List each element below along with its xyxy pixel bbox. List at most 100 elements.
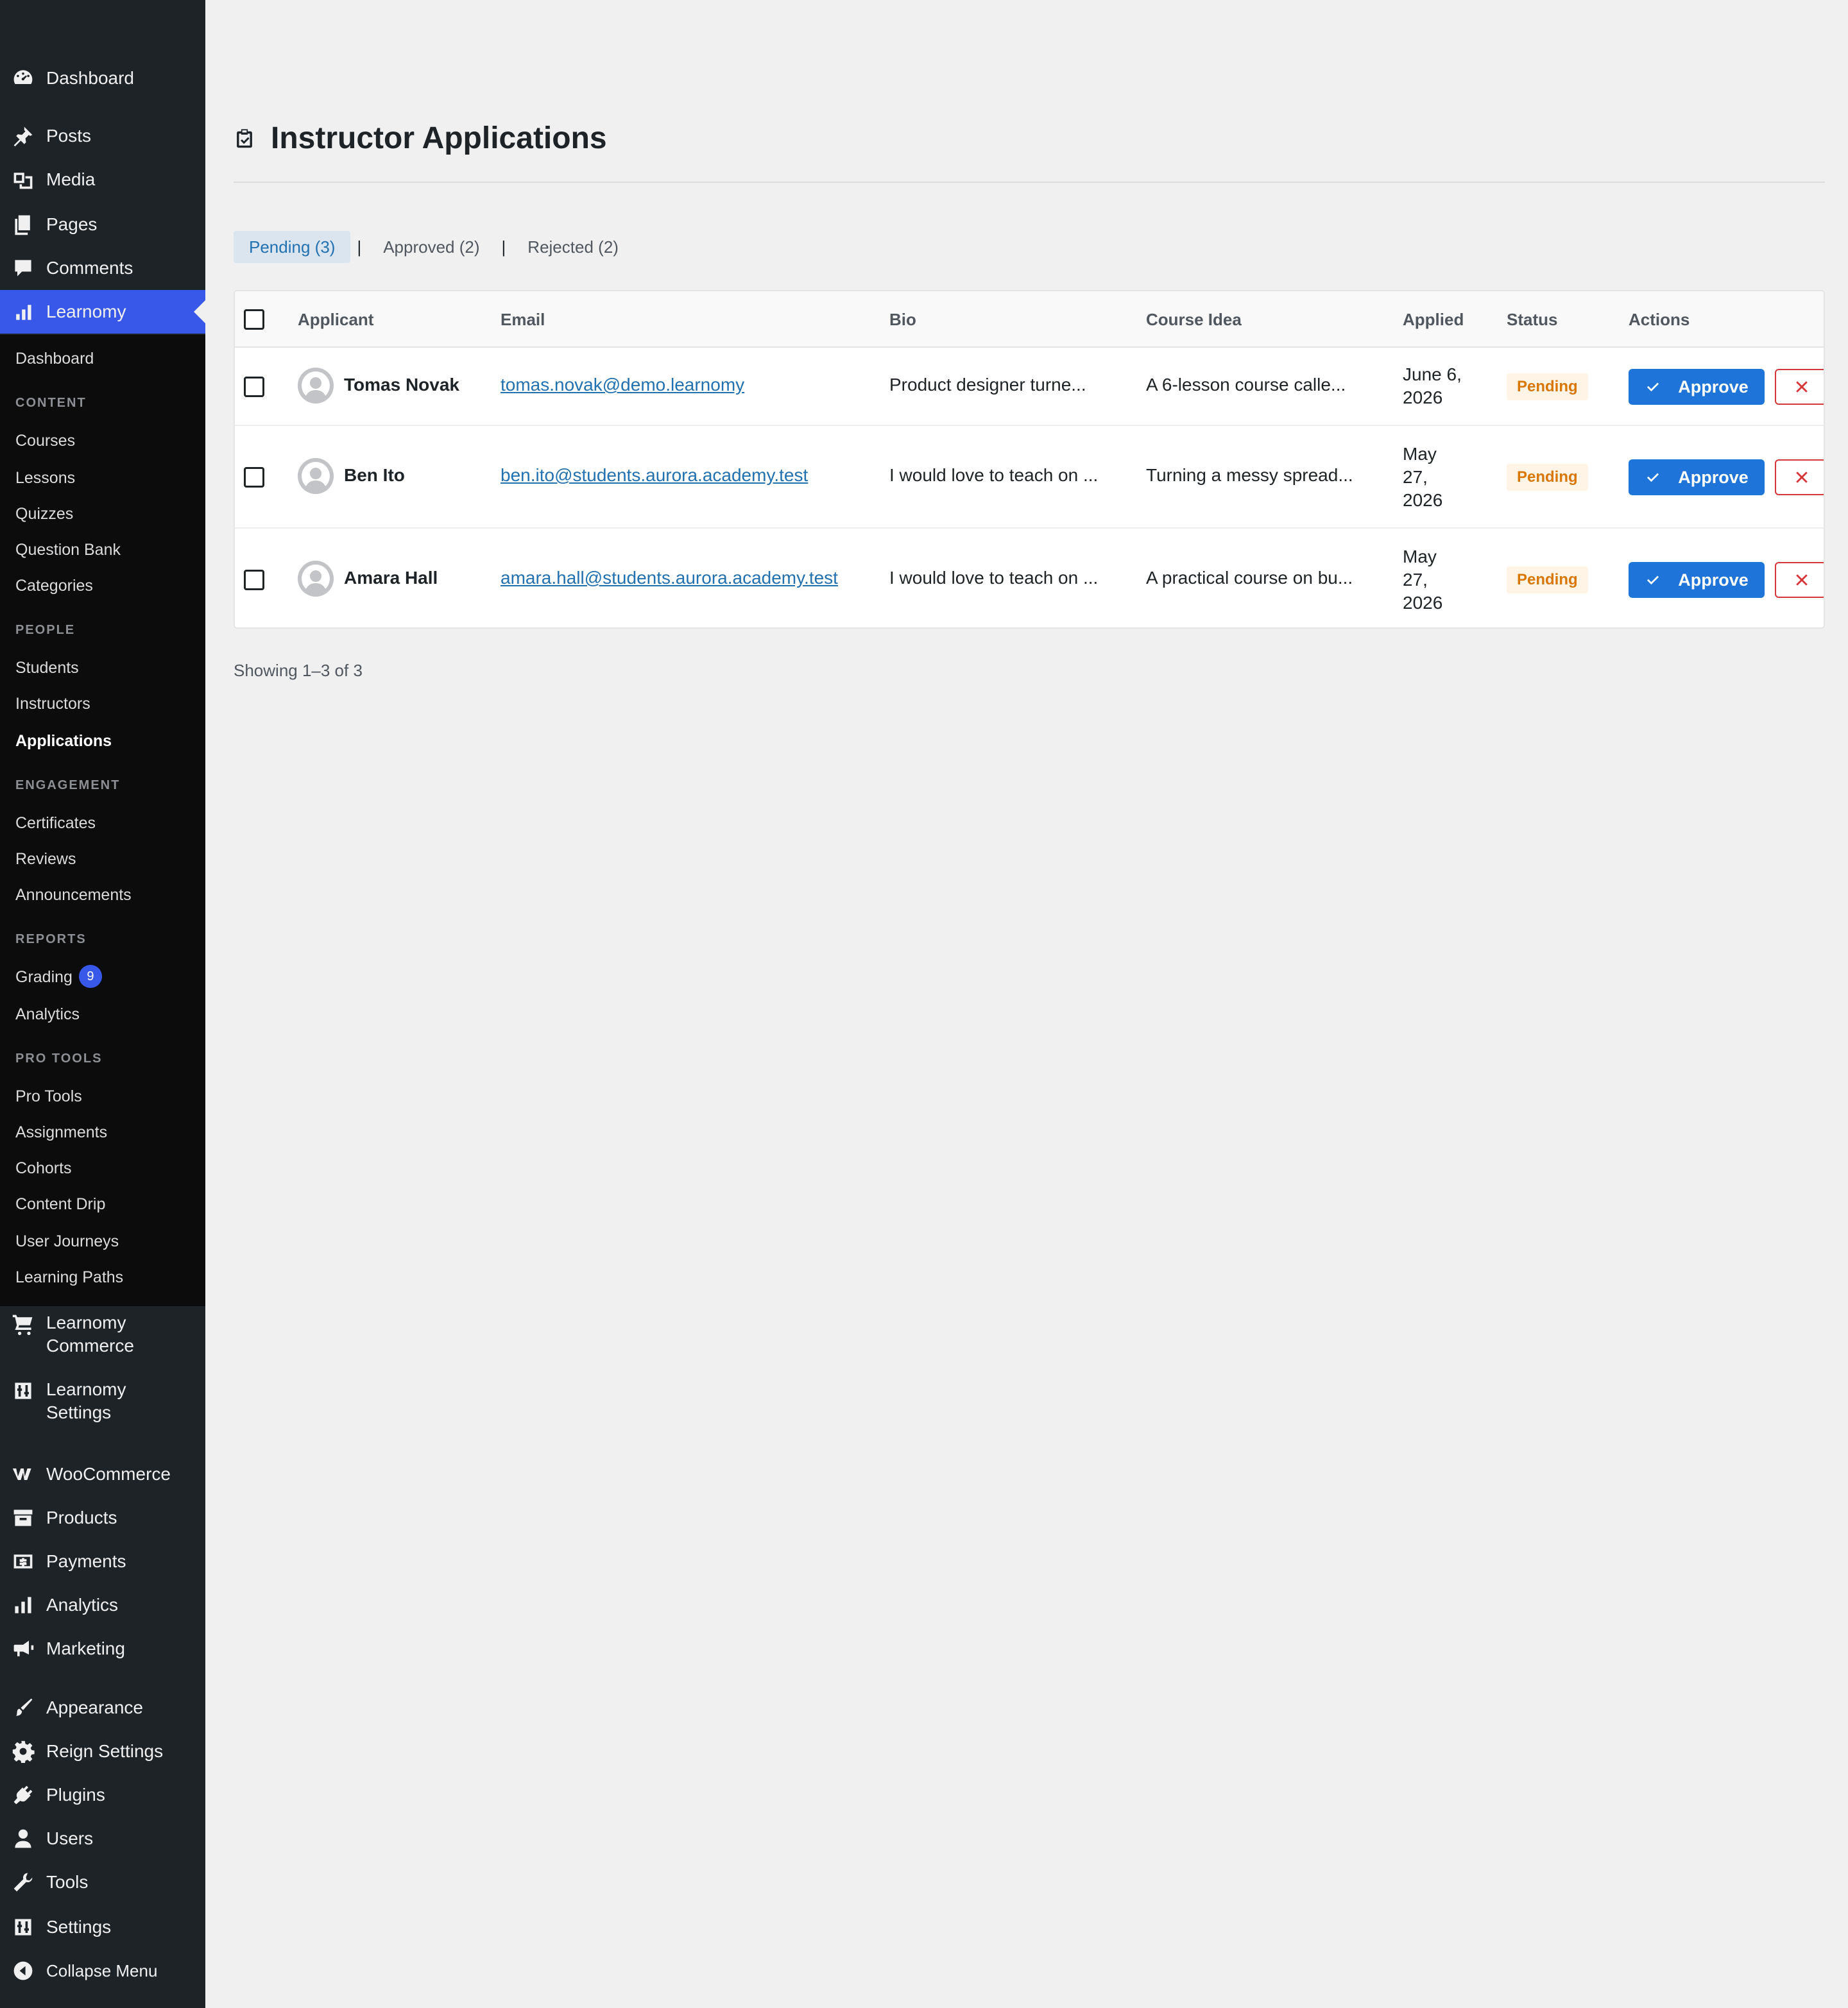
date-line: 2026: [1403, 387, 1443, 407]
status-badge: Pending: [1507, 566, 1588, 593]
menu-learnomy-commerce[interactable]: Learnomy Commerce: [0, 1311, 205, 1365]
row-checkbox[interactable]: [244, 377, 264, 397]
submenu-user-journeys[interactable]: User Journeys: [15, 1230, 119, 1252]
approve-label: Approve: [1678, 467, 1749, 487]
applied-date: May 27, 2026: [1403, 443, 1442, 512]
menu-label: Tools: [46, 1872, 89, 1892]
approve-button[interactable]: Approve: [1629, 369, 1765, 405]
woocommerce-icon: [0, 1452, 46, 1496]
filter-label: Rejected: [527, 237, 594, 257]
menu-marketing[interactable]: Marketing: [0, 1627, 205, 1671]
menu-label: Products: [46, 1508, 117, 1527]
checkmark-icon: [1647, 575, 1659, 585]
menu-reign-settings[interactable]: Reign Settings: [0, 1730, 205, 1773]
menu-woocommerce[interactable]: WooCommerce: [0, 1452, 205, 1496]
course-idea: A 6-lesson course calle...: [1146, 375, 1346, 395]
megaphone-icon: [0, 1627, 46, 1671]
menu-products[interactable]: Products: [0, 1496, 205, 1540]
menu-tools[interactable]: Tools: [0, 1860, 205, 1904]
filter-count: (2): [459, 237, 480, 257]
menu-users[interactable]: Users: [0, 1817, 205, 1860]
submenu-learning-paths[interactable]: Learning Paths: [15, 1266, 123, 1288]
reject-button[interactable]: [1775, 459, 1824, 495]
submenu-grading[interactable]: Grading 9: [15, 965, 102, 989]
reject-button[interactable]: [1775, 369, 1824, 405]
filter-separator: |: [501, 237, 506, 257]
user-icon: [0, 1817, 46, 1860]
menu-media[interactable]: Media: [0, 158, 205, 201]
submenu-heading-pro-tools: PRO TOOLS: [15, 1051, 103, 1066]
menu-label: Pages: [46, 214, 98, 234]
collapse-menu-button[interactable]: Collapse Menu: [0, 1949, 205, 1993]
submenu-students[interactable]: Students: [15, 657, 79, 679]
submenu-dashboard[interactable]: Dashboard: [15, 348, 94, 370]
applicant-name[interactable]: Ben Ito: [344, 465, 405, 486]
menu-label: WooCommerce: [46, 1464, 171, 1484]
applied-date: June 6, 2026: [1403, 363, 1462, 409]
submenu-reviews[interactable]: Reviews: [15, 848, 76, 870]
menu-learnomy-settings[interactable]: Learnomy Settings: [0, 1378, 205, 1432]
filter-rejected[interactable]: Rejected (2): [512, 231, 634, 263]
reject-button[interactable]: [1775, 562, 1824, 598]
menu-analytics[interactable]: Analytics: [0, 1583, 205, 1627]
email-link[interactable]: tomas.novak@demo.learnomy: [501, 375, 744, 395]
approve-button[interactable]: Approve: [1629, 459, 1765, 495]
submenu-categories[interactable]: Categories: [15, 575, 93, 597]
submenu-pro-tools[interactable]: Pro Tools: [15, 1085, 82, 1107]
approve-button[interactable]: Approve: [1629, 562, 1765, 598]
menu-pages[interactable]: Pages: [0, 203, 205, 246]
plug-icon: [0, 1773, 46, 1817]
date-line: May: [1403, 444, 1437, 464]
submenu-heading-engagement: ENGAGEMENT: [15, 778, 121, 792]
column-header-applicant[interactable]: Applicant: [298, 291, 373, 348]
admin-sidebar: Dashboard Posts Media Pages Comments Lea…: [0, 0, 205, 2008]
applied-date: May 27, 2026: [1403, 545, 1442, 615]
submenu-courses[interactable]: Courses: [15, 430, 75, 452]
submenu-applications[interactable]: Applications: [15, 730, 112, 752]
email-link[interactable]: amara.hall@students.aurora.academy.test: [501, 568, 838, 588]
submenu-quizzes[interactable]: Quizzes: [15, 503, 73, 525]
menu-label: Users: [46, 1828, 94, 1848]
menu-dashboard[interactable]: Dashboard: [0, 56, 205, 100]
applicant-email: amara.hall@students.aurora.academy.test: [501, 568, 838, 588]
submenu-certificates[interactable]: Certificates: [15, 812, 96, 834]
menu-label: Settings: [46, 1917, 112, 1937]
submenu-assignments[interactable]: Assignments: [15, 1121, 107, 1143]
bar-chart-icon: [0, 290, 46, 334]
submenu-lessons[interactable]: Lessons: [15, 467, 75, 489]
applicant-name[interactable]: Amara Hall: [344, 568, 438, 588]
column-header-applied[interactable]: Applied: [1403, 291, 1464, 348]
menu-payments[interactable]: Payments: [0, 1540, 205, 1583]
menu-appearance[interactable]: Appearance: [0, 1686, 205, 1730]
checkmark-icon: [1647, 473, 1659, 482]
menu-label: Payments: [46, 1551, 126, 1571]
column-header-status: Status: [1507, 310, 1558, 329]
submenu-instructors[interactable]: Instructors: [15, 693, 90, 715]
submenu-question-bank[interactable]: Question Bank: [15, 539, 121, 561]
select-all-checkbox[interactable]: [244, 309, 264, 330]
paintbrush-icon: [0, 1686, 46, 1730]
submenu-content-drip[interactable]: Content Drip: [15, 1193, 105, 1215]
submenu-analytics[interactable]: Analytics: [15, 1003, 80, 1025]
menu-plugins[interactable]: Plugins: [0, 1773, 205, 1817]
filter-pending[interactable]: Pending (3): [234, 231, 351, 263]
menu-settings[interactable]: Settings: [0, 1905, 205, 1949]
menu-posts[interactable]: Posts: [0, 114, 205, 158]
table-header: Applicant Email Bio Course Idea Applied …: [235, 291, 1824, 348]
column-header-email[interactable]: Email: [501, 291, 545, 348]
row-checkbox[interactable]: [244, 570, 264, 590]
menu-comments[interactable]: Comments: [0, 246, 205, 290]
email-link[interactable]: ben.ito@students.aurora.academy.test: [501, 465, 808, 485]
menu-learnomy[interactable]: Learnomy: [0, 290, 205, 334]
filter-approved[interactable]: Approved (2): [368, 231, 495, 263]
submenu-cohorts[interactable]: Cohorts: [15, 1157, 72, 1179]
applicant-name[interactable]: Tomas Novak: [344, 375, 459, 395]
menu-label: Media: [46, 169, 96, 189]
row-checkbox[interactable]: [244, 467, 264, 488]
submenu-announcements[interactable]: Announcements: [15, 884, 132, 906]
status-filter-tabs: Pending (3) | Approved (2) | Rejected (2…: [234, 231, 634, 263]
menu-label: Appearance: [46, 1697, 144, 1717]
checkmark-icon: [1647, 382, 1659, 392]
submenu-heading-content: CONTENT: [15, 396, 87, 410]
main-content: Instructor Applications Pending (3) | Ap…: [205, 0, 1848, 2008]
